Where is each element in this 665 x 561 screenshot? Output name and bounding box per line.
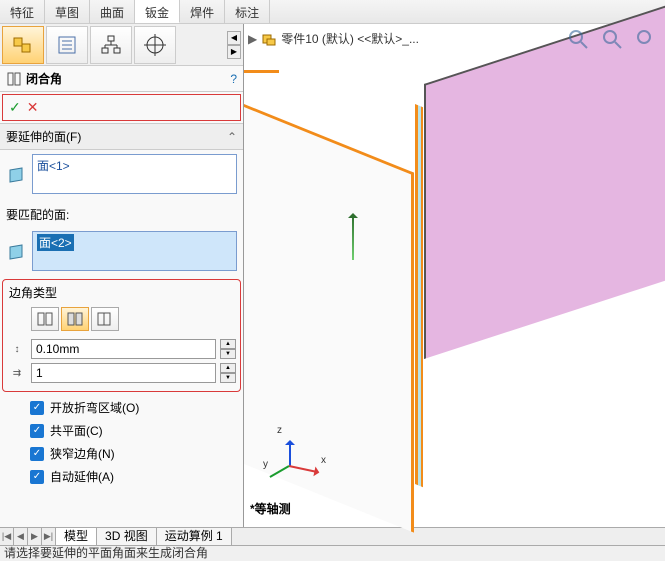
chk-auto-ext[interactable]: ✓: [30, 470, 44, 484]
breadcrumb[interactable]: ▶ 零件10 (默认) <<默认>_...: [248, 30, 419, 47]
panel-tool-details[interactable]: [46, 26, 88, 64]
closed-corner-icon: [6, 71, 22, 87]
bottom-tab-3dview[interactable]: 3D 视图: [97, 528, 157, 545]
main-menu: 特征 草图 曲面 钣金 焊件 标注: [0, 0, 665, 24]
hierarchy-icon: [100, 34, 122, 56]
model-canvas[interactable]: z x y *等轴测: [244, 24, 665, 527]
ratio-down[interactable]: ▼: [220, 373, 236, 383]
help-button[interactable]: ?: [230, 72, 237, 86]
ratio-icon: ⇉: [7, 368, 27, 379]
face-icon: [6, 164, 26, 184]
menu-tab-sheetmetal[interactable]: 钣金: [135, 0, 180, 23]
zoom-window-button[interactable]: [631, 26, 661, 52]
zoom-fit-button[interactable]: [563, 26, 593, 52]
lbl-open-bend: 开放折弯区域(O): [50, 399, 139, 416]
triad-x-axis: [289, 465, 319, 473]
model-corner-gap: [415, 104, 423, 487]
gap-up[interactable]: ▲: [220, 339, 236, 349]
panel-title-row: 闭合角 ?: [0, 66, 243, 92]
details-tree-icon: [56, 34, 78, 56]
face-item[interactable]: 面<1>: [37, 157, 232, 174]
corner-type-b[interactable]: [61, 307, 89, 331]
extend-faces-label: 要延伸的面(F): [6, 128, 81, 145]
confirm-row: ✓ ✕: [2, 94, 241, 121]
gap-icon: ↕: [7, 344, 27, 355]
menu-tab-surface[interactable]: 曲面: [90, 0, 135, 23]
bottom-tab-model[interactable]: 模型: [56, 528, 97, 545]
magnifier-icon: [601, 28, 623, 50]
face-item[interactable]: 面<2>: [37, 234, 74, 251]
extend-faces-header[interactable]: 要延伸的面(F) ⌃: [0, 123, 243, 150]
view-orientation-label: *等轴测: [250, 500, 291, 517]
status-bar: 请选择要延伸的平面角面来生成闭合角: [0, 545, 665, 561]
cancel-button[interactable]: ✕: [27, 99, 39, 116]
panel-title: 闭合角: [26, 70, 62, 87]
model-face-match[interactable]: [424, 0, 665, 359]
feature-tree-icon: [12, 34, 34, 56]
tab-nav-last[interactable]: ▶|: [42, 528, 56, 545]
menu-tab-annotate[interactable]: 标注: [225, 0, 270, 23]
model-edge: [244, 70, 279, 73]
panel-toolbar: ◀ ▶: [0, 24, 243, 66]
chk-coplanar[interactable]: ✓: [30, 424, 44, 438]
triad-y-axis: [269, 465, 289, 478]
extend-faces-list[interactable]: 面<1>: [32, 154, 237, 194]
corner-type-group: 边角类型 ↕ ▲▼ ⇉ ▲▼: [2, 279, 241, 392]
corner-type-a[interactable]: [31, 307, 59, 331]
zoom-area-button[interactable]: [597, 26, 627, 52]
match-faces-label: 要匹配的面:: [6, 206, 69, 223]
panel-tool-feature-tree[interactable]: [2, 26, 44, 64]
panel-tool-hierarchy[interactable]: [90, 26, 132, 64]
property-panel: ◀ ▶ 闭合角 ? ✓ ✕ 要延伸的面(F) ⌃ 面<1> 要匹配的面:: [0, 24, 244, 527]
corner-type-c[interactable]: [91, 307, 119, 331]
triad-x-label: x: [321, 455, 326, 466]
panel-scroll-right[interactable]: ▶: [227, 45, 241, 59]
ratio-up[interactable]: ▲: [220, 363, 236, 373]
triad-z-label: z: [277, 425, 282, 436]
menu-tab-feature[interactable]: 特征: [0, 0, 45, 23]
breadcrumb-arrow-icon: ▶: [248, 32, 257, 46]
tab-nav-prev[interactable]: ◀: [14, 528, 28, 545]
triad-z-axis: [289, 441, 291, 467]
bottom-tab-bar: |◀ ◀ ▶ ▶| 模型 3D 视图 运动算例 1: [0, 527, 665, 545]
ok-button[interactable]: ✓: [9, 99, 21, 116]
bottom-tab-motion[interactable]: 运动算例 1: [157, 528, 232, 545]
menu-tab-sketch[interactable]: 草图: [45, 0, 90, 23]
lbl-auto-ext: 自动延伸(A): [50, 468, 114, 485]
collapse-icon[interactable]: ⌃: [227, 130, 237, 144]
face-icon: [6, 241, 26, 261]
match-faces-list[interactable]: 面<2>: [32, 231, 237, 271]
chk-open-bend[interactable]: ✓: [30, 401, 44, 415]
part-icon: [261, 31, 277, 47]
gap-down[interactable]: ▼: [220, 349, 236, 359]
viewport-toolbar: [563, 26, 661, 52]
gap-input[interactable]: [31, 339, 216, 359]
ratio-input[interactable]: [31, 363, 216, 383]
chk-narrow[interactable]: ✓: [30, 447, 44, 461]
lbl-coplanar: 共平面(C): [50, 422, 103, 439]
lbl-narrow: 狭窄边角(N): [50, 445, 115, 462]
magnifier-icon: [567, 28, 589, 50]
menu-tab-weldment[interactable]: 焊件: [180, 0, 225, 23]
tab-nav-next[interactable]: ▶: [28, 528, 42, 545]
panel-scroll-left[interactable]: ◀: [227, 31, 241, 45]
corner-type-label: 边角类型: [7, 282, 236, 305]
tab-nav-first[interactable]: |◀: [0, 528, 14, 545]
magnifier-icon: [635, 28, 657, 50]
view-triad[interactable]: z x y: [269, 427, 329, 487]
origin-arrow-icon: [352, 214, 354, 260]
triad-y-label: y: [263, 459, 268, 470]
crosshair-icon: [144, 34, 166, 56]
panel-tool-crosshair[interactable]: [134, 26, 176, 64]
viewport[interactable]: ▶ 零件10 (默认) <<默认>_... z x y *等轴测: [244, 24, 665, 527]
breadcrumb-part[interactable]: 零件10 (默认) <<默认>_...: [281, 30, 419, 47]
